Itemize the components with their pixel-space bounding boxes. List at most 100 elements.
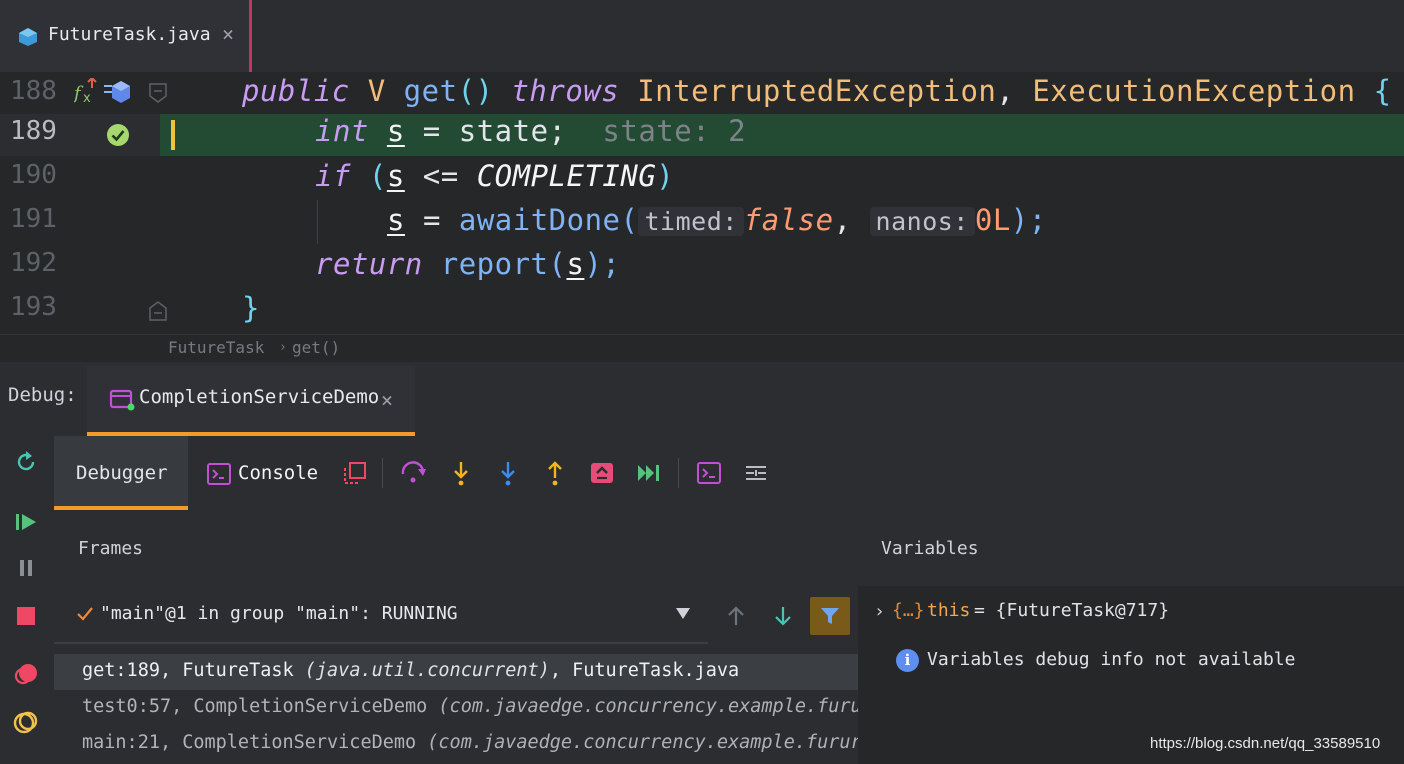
debug-session-label: CompletionServiceDemo xyxy=(139,386,380,408)
chevron-down-icon[interactable] xyxy=(676,608,690,619)
inline-debug-value: state: 2 xyxy=(602,114,747,148)
code-text: } xyxy=(242,291,260,325)
code-line-189[interactable]: 189 int s = state; state: 2 xyxy=(0,114,1404,156)
trace-settings-button[interactable] xyxy=(741,458,771,488)
code-text: if (s <= COMPLETING) xyxy=(315,159,675,193)
code-line-192[interactable]: 192 return report(s); xyxy=(0,244,1404,288)
variable-name: this xyxy=(927,600,971,621)
code-text: int s = state; state: 2 xyxy=(315,114,747,148)
object-icon: {…} xyxy=(892,600,925,621)
code-text: public V get() throws InterruptedExcepti… xyxy=(242,74,1392,108)
debug-label: Debug: xyxy=(8,384,77,406)
code-text: s = awaitDone(timed: false, nanos: 0L); xyxy=(387,203,1047,237)
mute-breakpoints-button[interactable] xyxy=(12,708,40,736)
step-into-button[interactable] xyxy=(446,458,476,488)
method-step-into-icon[interactable]: f x xyxy=(74,78,134,106)
frame-row[interactable]: test0:57, CompletionServiceDemo (com.jav… xyxy=(54,690,858,726)
code-line-193[interactable]: 193 } xyxy=(0,288,1404,332)
filter-icon xyxy=(821,608,839,624)
layout-settings-button[interactable] xyxy=(340,458,370,488)
frame-text: test0:57, CompletionServiceDemo (com.jav… xyxy=(82,696,858,717)
close-tab-icon[interactable]: × xyxy=(222,22,234,46)
arrow-up-icon[interactable] xyxy=(724,604,748,628)
resume-button[interactable] xyxy=(12,508,40,536)
close-session-icon[interactable]: × xyxy=(381,388,393,412)
frame-row[interactable]: get:189, FutureTask (java.util.concurren… xyxy=(54,654,858,690)
line-number: 188 xyxy=(10,76,57,106)
frame-text: get:189, FutureTask (java.util.concurren… xyxy=(82,660,740,681)
file-tab-futuretask[interactable]: FutureTask.java × xyxy=(0,0,252,72)
stop-icon xyxy=(17,607,35,625)
tab-console-label: Console xyxy=(238,462,319,484)
info-icon: i xyxy=(896,649,919,672)
restore-layout-icon xyxy=(344,462,366,484)
frame-row[interactable]: main:21, CompletionServiceDemo (com.java… xyxy=(54,726,858,762)
breakpoint-check-icon[interactable] xyxy=(106,123,130,147)
evaluate-expression-button[interactable] xyxy=(694,458,724,488)
fold-end-icon[interactable] xyxy=(148,300,168,322)
variables-panel-header: Variables xyxy=(858,510,1404,586)
param-hint-nanos: nanos: xyxy=(869,207,975,236)
run-to-cursor-icon xyxy=(638,465,659,481)
evaluate-icon xyxy=(697,462,721,484)
frame-text: main:21, CompletionServiceDemo (com.java… xyxy=(82,732,858,753)
arrow-down-icon[interactable] xyxy=(771,604,795,628)
thread-selector[interactable]: "main"@1 in group "main": RUNNING xyxy=(54,586,708,644)
toolbar-separator xyxy=(382,458,383,488)
force-step-into-icon xyxy=(501,462,515,486)
view-breakpoints-button[interactable] xyxy=(12,660,40,688)
line-number: 190 xyxy=(10,160,57,190)
pause-button[interactable] xyxy=(12,554,40,582)
thread-name: "main"@1 in group "main": RUNNING xyxy=(100,603,458,624)
line-number: 193 xyxy=(10,292,57,322)
debug-tool-window-header: Debug: CompletionServiceDemo × xyxy=(0,362,1404,436)
breadcrumb: FutureTask › get() xyxy=(0,334,1404,362)
frames-title: Frames xyxy=(78,538,144,559)
debugger-toolbar: Debugger Console xyxy=(54,436,1404,510)
thread-check-icon xyxy=(77,607,93,621)
step-over-icon xyxy=(401,461,426,483)
code-editor[interactable]: 188 f x public V get() throws Interrupte… xyxy=(0,72,1404,334)
breadcrumb-separator: › xyxy=(279,340,287,355)
svg-text:x: x xyxy=(83,91,91,106)
rerun-button[interactable] xyxy=(12,448,40,476)
step-out-button[interactable] xyxy=(540,458,570,488)
step-into-icon xyxy=(454,462,468,486)
run-to-cursor-button[interactable] xyxy=(634,458,664,488)
watermark: https://blog.csdn.net/qq_33589510 xyxy=(1150,735,1381,752)
stop-button[interactable] xyxy=(12,602,40,630)
tab-debugger-label: Debugger xyxy=(76,462,168,484)
editor-tab-bar: FutureTask.java × xyxy=(0,0,1404,72)
code-text: return report(s); xyxy=(315,247,621,281)
tab-debugger[interactable]: Debugger xyxy=(54,436,188,510)
filter-button[interactable] xyxy=(810,597,850,635)
step-over-button[interactable] xyxy=(399,458,429,488)
breadcrumb-method[interactable]: get() xyxy=(292,338,340,357)
mute-breakpoints-icon xyxy=(13,711,38,734)
caret-marker xyxy=(171,120,175,150)
drop-frame-button[interactable] xyxy=(587,458,617,488)
variable-value: = {FutureTask@717} xyxy=(974,600,1170,621)
fold-icon[interactable] xyxy=(148,82,168,104)
pause-icon xyxy=(20,560,32,576)
line-number: 191 xyxy=(10,204,57,234)
frames-panel-header: Frames xyxy=(54,510,858,586)
frame-navigation xyxy=(708,586,858,650)
code-line-190[interactable]: 190 if (s <= COMPLETING) xyxy=(0,156,1404,200)
settings-list-icon xyxy=(746,466,766,480)
debug-actions-sidebar xyxy=(0,436,54,764)
variables-title: Variables xyxy=(881,538,979,559)
force-step-into-button[interactable] xyxy=(493,458,523,488)
java-class-icon xyxy=(19,28,37,46)
breadcrumb-class[interactable]: FutureTask xyxy=(168,338,264,357)
chevron-right-icon[interactable]: › xyxy=(874,601,885,622)
file-tab-label: FutureTask.java xyxy=(48,24,211,45)
code-line-188[interactable]: 188 f x public V get() throws Interrupte… xyxy=(0,72,1404,116)
code-line-191[interactable]: 191 s = awaitDone(timed: false, nanos: 0L)… xyxy=(0,200,1404,244)
indent-guide xyxy=(317,200,318,244)
line-number: 189 xyxy=(10,116,57,146)
debug-session-tab[interactable]: CompletionServiceDemo × xyxy=(87,366,415,436)
resume-icon xyxy=(16,514,36,530)
console-icon xyxy=(207,463,231,485)
breakpoints-icon xyxy=(14,664,37,685)
